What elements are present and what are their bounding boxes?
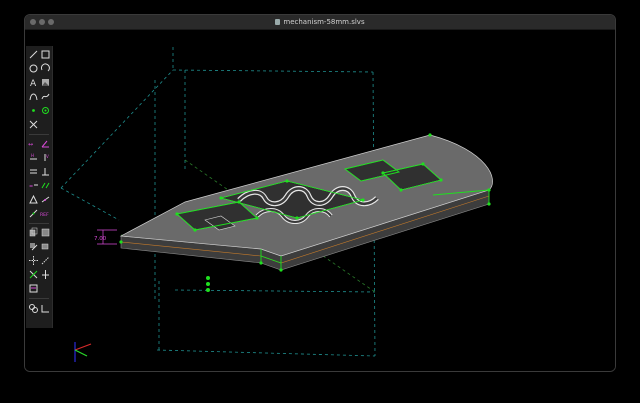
window-title-text: mechanism-58mm.slvs [283, 18, 365, 26]
constraint-point[interactable] [279, 268, 283, 272]
symmetric-constraint-icon[interactable] [28, 194, 39, 205]
rectangle-tool-icon[interactable] [40, 49, 51, 60]
dimension-label[interactable]: 7.00 [94, 236, 107, 242]
constraint-point[interactable] [399, 188, 403, 192]
point-tool-icon[interactable] [28, 105, 39, 116]
app-window: mechanism-58mm.slvs 7.00 A ↔ H V = REF [24, 14, 616, 372]
parallel-constraint-icon[interactable] [28, 166, 39, 177]
constraint-point[interactable] [193, 228, 197, 232]
constraint-point[interactable] [175, 212, 179, 216]
tool-palette: A ↔ H V = REF [26, 46, 53, 328]
ref-label[interactable]: REF [40, 208, 52, 219]
constraint-point[interactable] [285, 179, 289, 183]
step-translate-icon[interactable] [28, 255, 39, 266]
constraint-point[interactable] [487, 188, 491, 192]
constraint-point[interactable] [219, 196, 223, 200]
extrude-icon[interactable] [28, 227, 39, 238]
ref-constraint-icon[interactable] [28, 208, 39, 219]
toolbar-separator [29, 223, 49, 224]
workplane-edge [60, 187, 120, 221]
split-curves-tool-icon[interactable] [28, 119, 39, 130]
revolve-icon[interactable] [40, 241, 51, 252]
toolbar-separator [29, 298, 49, 299]
x-axis [74, 343, 92, 351]
perpendicular-constraint-icon[interactable] [40, 166, 51, 177]
svg-text:H: H [31, 153, 34, 158]
toolbar-separator [29, 134, 49, 135]
constraint-point[interactable] [259, 261, 263, 265]
y-axis [74, 349, 88, 357]
3d-viewport[interactable]: 7.00 [25, 30, 615, 371]
model-scene[interactable]: 7.00 [25, 30, 616, 372]
constraint-point[interactable] [428, 133, 432, 137]
new-group-icon[interactable] [28, 283, 39, 294]
constraint-point[interactable] [361, 198, 365, 202]
constraint-point[interactable] [206, 282, 210, 286]
tangent-arc-tool-icon[interactable] [40, 105, 51, 116]
arc-tool-icon[interactable] [40, 63, 51, 74]
svg-text:REF: REF [40, 212, 49, 218]
constraint-point[interactable] [487, 202, 491, 206]
constraint-point[interactable] [206, 276, 210, 280]
bezier-tool-icon[interactable] [28, 91, 39, 102]
constraint-point[interactable] [255, 216, 259, 220]
circle-tool-icon[interactable] [28, 63, 39, 74]
spline-tool-icon[interactable] [40, 91, 51, 102]
text-tool-icon[interactable]: A [28, 77, 39, 88]
document-icon [275, 19, 281, 25]
title-bar: mechanism-58mm.slvs [25, 15, 615, 30]
svg-text:A: A [30, 79, 37, 88]
show-groups-icon[interactable] [40, 303, 51, 314]
dimension-angle-icon[interactable] [40, 138, 51, 149]
constraint-point[interactable] [206, 288, 210, 292]
constraint-point[interactable] [237, 200, 241, 204]
workplane-edge [174, 289, 376, 293]
helix-icon[interactable] [28, 241, 39, 252]
constraint-point[interactable] [421, 162, 425, 166]
window-title: mechanism-58mm.slvs [25, 15, 615, 29]
step-rotate-icon[interactable] [40, 255, 51, 266]
workplane-icon[interactable] [40, 269, 51, 280]
constraint-point[interactable] [381, 171, 385, 175]
point-on-constraint-icon[interactable]: = [28, 180, 39, 191]
constraint-point[interactable] [439, 178, 443, 182]
svg-text:↔: ↔ [28, 141, 33, 148]
import-icon[interactable] [28, 269, 39, 280]
svg-text:V: V [46, 154, 49, 159]
line-tool-icon[interactable] [28, 49, 39, 60]
sketch-in-3d-icon[interactable] [28, 303, 39, 314]
constraint-point[interactable] [119, 240, 123, 244]
horizontal-constraint-icon[interactable]: H [28, 152, 39, 163]
lathe-icon[interactable] [40, 227, 51, 238]
workplane-edge [156, 349, 376, 357]
image-tool-icon[interactable] [40, 77, 51, 88]
same-orientation-icon[interactable] [40, 194, 51, 205]
constraint-point[interactable] [295, 216, 299, 220]
workplane-edge [172, 69, 374, 73]
vertical-constraint-icon[interactable]: V [40, 152, 51, 163]
dimension-distance-icon[interactable]: ↔ [28, 138, 39, 149]
svg-text:=: = [29, 184, 33, 190]
equal-constraint-icon[interactable] [40, 180, 51, 191]
axis-triad [74, 342, 92, 362]
workplane-edge [60, 69, 174, 189]
